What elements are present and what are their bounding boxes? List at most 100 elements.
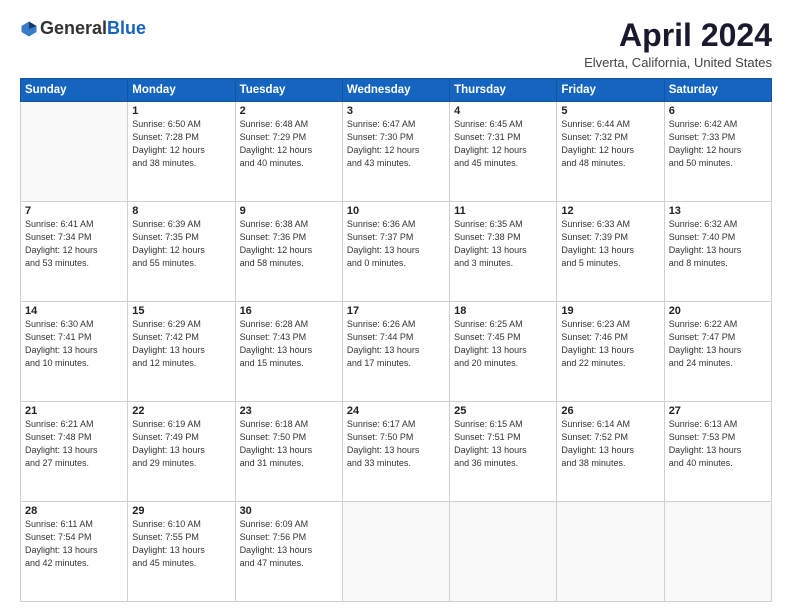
cell-info: Sunrise: 6:13 AM Sunset: 7:53 PM Dayligh… <box>669 418 767 470</box>
week-row-2: 7Sunrise: 6:41 AM Sunset: 7:34 PM Daylig… <box>21 202 772 302</box>
calendar-cell: 2Sunrise: 6:48 AM Sunset: 7:29 PM Daylig… <box>235 102 342 202</box>
calendar-cell: 23Sunrise: 6:18 AM Sunset: 7:50 PM Dayli… <box>235 402 342 502</box>
calendar-cell: 28Sunrise: 6:11 AM Sunset: 7:54 PM Dayli… <box>21 502 128 602</box>
cell-info: Sunrise: 6:28 AM Sunset: 7:43 PM Dayligh… <box>240 318 338 370</box>
day-number: 9 <box>240 205 338 217</box>
cell-info: Sunrise: 6:23 AM Sunset: 7:46 PM Dayligh… <box>561 318 659 370</box>
calendar-cell <box>450 502 557 602</box>
title-block: April 2024 Elverta, California, United S… <box>584 18 772 70</box>
day-number: 25 <box>454 405 552 417</box>
calendar-cell: 24Sunrise: 6:17 AM Sunset: 7:50 PM Dayli… <box>342 402 449 502</box>
day-number: 18 <box>454 305 552 317</box>
calendar-cell: 7Sunrise: 6:41 AM Sunset: 7:34 PM Daylig… <box>21 202 128 302</box>
calendar-cell: 18Sunrise: 6:25 AM Sunset: 7:45 PM Dayli… <box>450 302 557 402</box>
cell-info: Sunrise: 6:48 AM Sunset: 7:29 PM Dayligh… <box>240 118 338 170</box>
day-number: 13 <box>669 205 767 217</box>
weekday-header-wednesday: Wednesday <box>342 79 449 102</box>
day-number: 17 <box>347 305 445 317</box>
week-row-4: 21Sunrise: 6:21 AM Sunset: 7:48 PM Dayli… <box>21 402 772 502</box>
day-number: 16 <box>240 305 338 317</box>
cell-info: Sunrise: 6:33 AM Sunset: 7:39 PM Dayligh… <box>561 218 659 270</box>
cell-info: Sunrise: 6:22 AM Sunset: 7:47 PM Dayligh… <box>669 318 767 370</box>
calendar-cell <box>664 502 771 602</box>
calendar-cell: 9Sunrise: 6:38 AM Sunset: 7:36 PM Daylig… <box>235 202 342 302</box>
cell-info: Sunrise: 6:41 AM Sunset: 7:34 PM Dayligh… <box>25 218 123 270</box>
calendar-cell: 14Sunrise: 6:30 AM Sunset: 7:41 PM Dayli… <box>21 302 128 402</box>
header: GeneralBlue April 2024 Elverta, Californ… <box>20 18 772 70</box>
generalblue-icon <box>20 20 38 38</box>
day-number: 11 <box>454 205 552 217</box>
calendar-cell <box>342 502 449 602</box>
day-number: 1 <box>132 105 230 117</box>
page: GeneralBlue April 2024 Elverta, Californ… <box>0 0 792 612</box>
calendar-cell: 19Sunrise: 6:23 AM Sunset: 7:46 PM Dayli… <box>557 302 664 402</box>
cell-info: Sunrise: 6:44 AM Sunset: 7:32 PM Dayligh… <box>561 118 659 170</box>
cell-info: Sunrise: 6:25 AM Sunset: 7:45 PM Dayligh… <box>454 318 552 370</box>
cell-info: Sunrise: 6:39 AM Sunset: 7:35 PM Dayligh… <box>132 218 230 270</box>
calendar-cell: 1Sunrise: 6:50 AM Sunset: 7:28 PM Daylig… <box>128 102 235 202</box>
calendar-cell: 3Sunrise: 6:47 AM Sunset: 7:30 PM Daylig… <box>342 102 449 202</box>
cell-info: Sunrise: 6:32 AM Sunset: 7:40 PM Dayligh… <box>669 218 767 270</box>
day-number: 15 <box>132 305 230 317</box>
day-number: 29 <box>132 505 230 517</box>
day-number: 8 <box>132 205 230 217</box>
weekday-header-tuesday: Tuesday <box>235 79 342 102</box>
day-number: 20 <box>669 305 767 317</box>
calendar-cell <box>557 502 664 602</box>
day-number: 30 <box>240 505 338 517</box>
cell-info: Sunrise: 6:19 AM Sunset: 7:49 PM Dayligh… <box>132 418 230 470</box>
cell-info: Sunrise: 6:15 AM Sunset: 7:51 PM Dayligh… <box>454 418 552 470</box>
cell-info: Sunrise: 6:45 AM Sunset: 7:31 PM Dayligh… <box>454 118 552 170</box>
calendar-cell: 30Sunrise: 6:09 AM Sunset: 7:56 PM Dayli… <box>235 502 342 602</box>
cell-info: Sunrise: 6:50 AM Sunset: 7:28 PM Dayligh… <box>132 118 230 170</box>
cell-info: Sunrise: 6:18 AM Sunset: 7:50 PM Dayligh… <box>240 418 338 470</box>
day-number: 27 <box>669 405 767 417</box>
calendar-cell: 26Sunrise: 6:14 AM Sunset: 7:52 PM Dayli… <box>557 402 664 502</box>
day-number: 28 <box>25 505 123 517</box>
day-number: 5 <box>561 105 659 117</box>
cell-info: Sunrise: 6:38 AM Sunset: 7:36 PM Dayligh… <box>240 218 338 270</box>
cell-info: Sunrise: 6:21 AM Sunset: 7:48 PM Dayligh… <box>25 418 123 470</box>
calendar-cell: 20Sunrise: 6:22 AM Sunset: 7:47 PM Dayli… <box>664 302 771 402</box>
cell-info: Sunrise: 6:47 AM Sunset: 7:30 PM Dayligh… <box>347 118 445 170</box>
calendar-cell: 11Sunrise: 6:35 AM Sunset: 7:38 PM Dayli… <box>450 202 557 302</box>
calendar-cell: 13Sunrise: 6:32 AM Sunset: 7:40 PM Dayli… <box>664 202 771 302</box>
day-number: 10 <box>347 205 445 217</box>
cell-info: Sunrise: 6:17 AM Sunset: 7:50 PM Dayligh… <box>347 418 445 470</box>
calendar-cell: 4Sunrise: 6:45 AM Sunset: 7:31 PM Daylig… <box>450 102 557 202</box>
location: Elverta, California, United States <box>584 55 772 70</box>
cell-info: Sunrise: 6:35 AM Sunset: 7:38 PM Dayligh… <box>454 218 552 270</box>
day-number: 2 <box>240 105 338 117</box>
logo-general-text: General <box>40 18 107 39</box>
cell-info: Sunrise: 6:26 AM Sunset: 7:44 PM Dayligh… <box>347 318 445 370</box>
calendar-cell <box>21 102 128 202</box>
logo-blue-text: Blue <box>107 18 146 39</box>
day-number: 26 <box>561 405 659 417</box>
cell-info: Sunrise: 6:11 AM Sunset: 7:54 PM Dayligh… <box>25 518 123 570</box>
cell-info: Sunrise: 6:14 AM Sunset: 7:52 PM Dayligh… <box>561 418 659 470</box>
calendar-cell: 25Sunrise: 6:15 AM Sunset: 7:51 PM Dayli… <box>450 402 557 502</box>
weekday-header-sunday: Sunday <box>21 79 128 102</box>
day-number: 19 <box>561 305 659 317</box>
calendar-table: SundayMondayTuesdayWednesdayThursdayFrid… <box>20 78 772 602</box>
day-number: 24 <box>347 405 445 417</box>
cell-info: Sunrise: 6:10 AM Sunset: 7:55 PM Dayligh… <box>132 518 230 570</box>
day-number: 6 <box>669 105 767 117</box>
day-number: 23 <box>240 405 338 417</box>
calendar-cell: 15Sunrise: 6:29 AM Sunset: 7:42 PM Dayli… <box>128 302 235 402</box>
week-row-5: 28Sunrise: 6:11 AM Sunset: 7:54 PM Dayli… <box>21 502 772 602</box>
weekday-header-saturday: Saturday <box>664 79 771 102</box>
day-number: 12 <box>561 205 659 217</box>
cell-info: Sunrise: 6:29 AM Sunset: 7:42 PM Dayligh… <box>132 318 230 370</box>
cell-info: Sunrise: 6:30 AM Sunset: 7:41 PM Dayligh… <box>25 318 123 370</box>
day-number: 14 <box>25 305 123 317</box>
calendar-cell: 10Sunrise: 6:36 AM Sunset: 7:37 PM Dayli… <box>342 202 449 302</box>
logo: GeneralBlue <box>20 18 146 39</box>
month-title: April 2024 <box>584 18 772 53</box>
weekday-header-thursday: Thursday <box>450 79 557 102</box>
calendar-cell: 29Sunrise: 6:10 AM Sunset: 7:55 PM Dayli… <box>128 502 235 602</box>
calendar-cell: 16Sunrise: 6:28 AM Sunset: 7:43 PM Dayli… <box>235 302 342 402</box>
day-number: 22 <box>132 405 230 417</box>
calendar-cell: 22Sunrise: 6:19 AM Sunset: 7:49 PM Dayli… <box>128 402 235 502</box>
calendar-cell: 17Sunrise: 6:26 AM Sunset: 7:44 PM Dayli… <box>342 302 449 402</box>
